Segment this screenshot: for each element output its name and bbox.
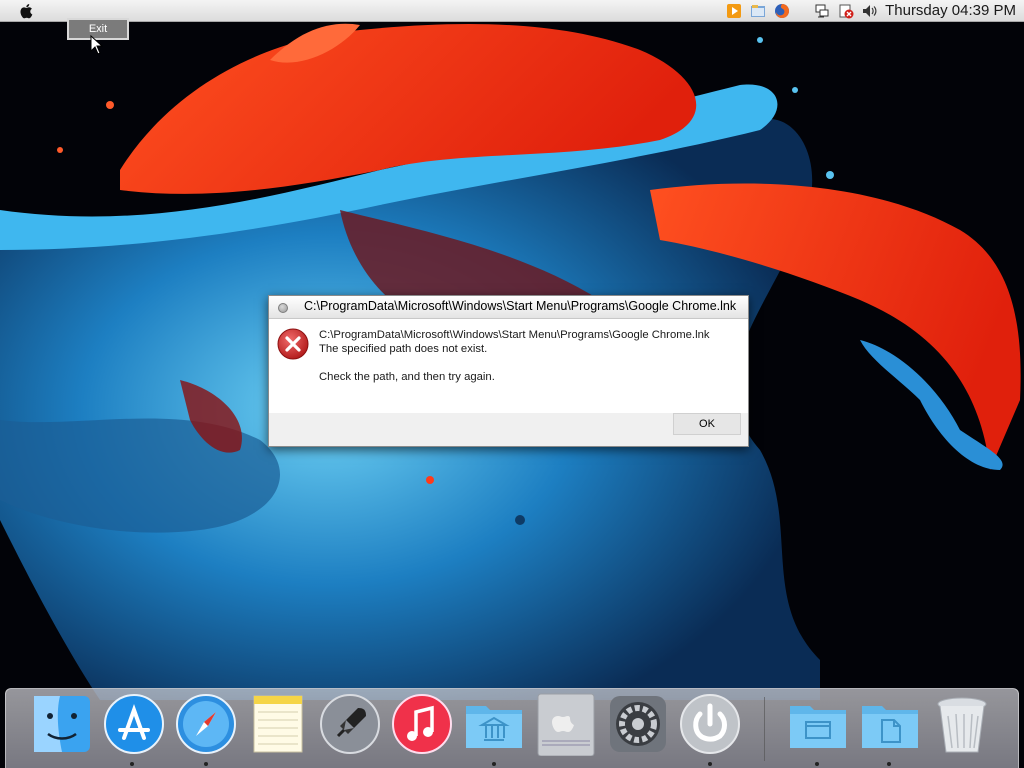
dock-desktop-folder[interactable] [786,692,850,758]
dock-documents-folder[interactable] [858,692,922,758]
apple-menu-icon[interactable] [18,2,36,20]
dock-app-store[interactable] [102,692,166,758]
volume-icon[interactable] [861,3,877,19]
dock-separator [764,697,765,761]
dock-launchpad[interactable] [318,692,382,758]
file-manager-icon[interactable] [750,3,766,19]
error-hint-text: Check the path, and then try again. [319,371,495,383]
dock-mac-pro[interactable] [534,692,598,758]
documents-folder-icon[interactable] [858,692,922,756]
tray-security-alert[interactable] [838,3,854,19]
dock-itunes[interactable] [390,692,454,758]
error-icon [277,328,309,360]
security-alert-icon[interactable] [838,3,854,19]
dock-running-indicator [130,762,134,766]
dock-trash[interactable] [930,692,994,758]
error-dialog: C:\ProgramData\Microsoft\Windows\Start M… [268,295,749,447]
dock-safari[interactable] [174,692,238,758]
dialog-titlebar[interactable]: C:\ProgramData\Microsoft\Windows\Start M… [269,296,748,319]
error-path-text: C:\ProgramData\Microsoft\Windows\Start M… [319,329,710,341]
error-message-text: The specified path does not exist. [319,343,488,355]
app-store-icon[interactable] [102,692,166,756]
menu-bar: Thursday 04:39 PM [0,0,1024,22]
notes-icon[interactable] [246,692,310,756]
close-icon[interactable] [278,303,288,313]
network-icon[interactable] [814,3,830,19]
tray-volume[interactable] [861,3,877,19]
trash-icon[interactable] [930,692,994,756]
launchpad-icon[interactable] [318,692,382,756]
dialog-body: C:\ProgramData\Microsoft\Windows\Start M… [269,319,748,413]
mouse-cursor-icon [90,35,104,55]
mac-pro-icon[interactable] [534,692,598,756]
dock-running-indicator [204,762,208,766]
tray-firefox[interactable] [774,3,790,19]
dialog-title: C:\ProgramData\Microsoft\Windows\Start M… [304,299,737,313]
finder-icon[interactable] [30,692,94,756]
media-player-icon[interactable] [726,3,742,19]
dock-running-indicator [815,762,819,766]
firefox-icon[interactable] [774,3,790,19]
itunes-icon[interactable] [390,692,454,756]
tray-network[interactable] [814,3,830,19]
desktop-folder-icon[interactable] [786,692,850,756]
menu-bar-clock[interactable]: Thursday 04:39 PM [885,2,1016,20]
tray-file-manager[interactable] [750,3,766,19]
system-preferences-icon[interactable] [606,692,670,756]
tray-media-player[interactable] [726,3,742,19]
dock-running-indicator [708,762,712,766]
dock-power[interactable] [678,692,742,758]
dock-running-indicator [887,762,891,766]
ok-button[interactable]: OK [673,413,741,435]
power-icon[interactable] [678,692,742,756]
dock-running-indicator [492,762,496,766]
applications-folder-icon[interactable] [462,692,526,756]
dock-notes[interactable] [246,692,310,758]
dock-applications-folder[interactable] [462,692,526,758]
dock-system-preferences[interactable] [606,692,670,758]
safari-icon[interactable] [174,692,238,756]
dock-finder[interactable] [30,692,94,758]
